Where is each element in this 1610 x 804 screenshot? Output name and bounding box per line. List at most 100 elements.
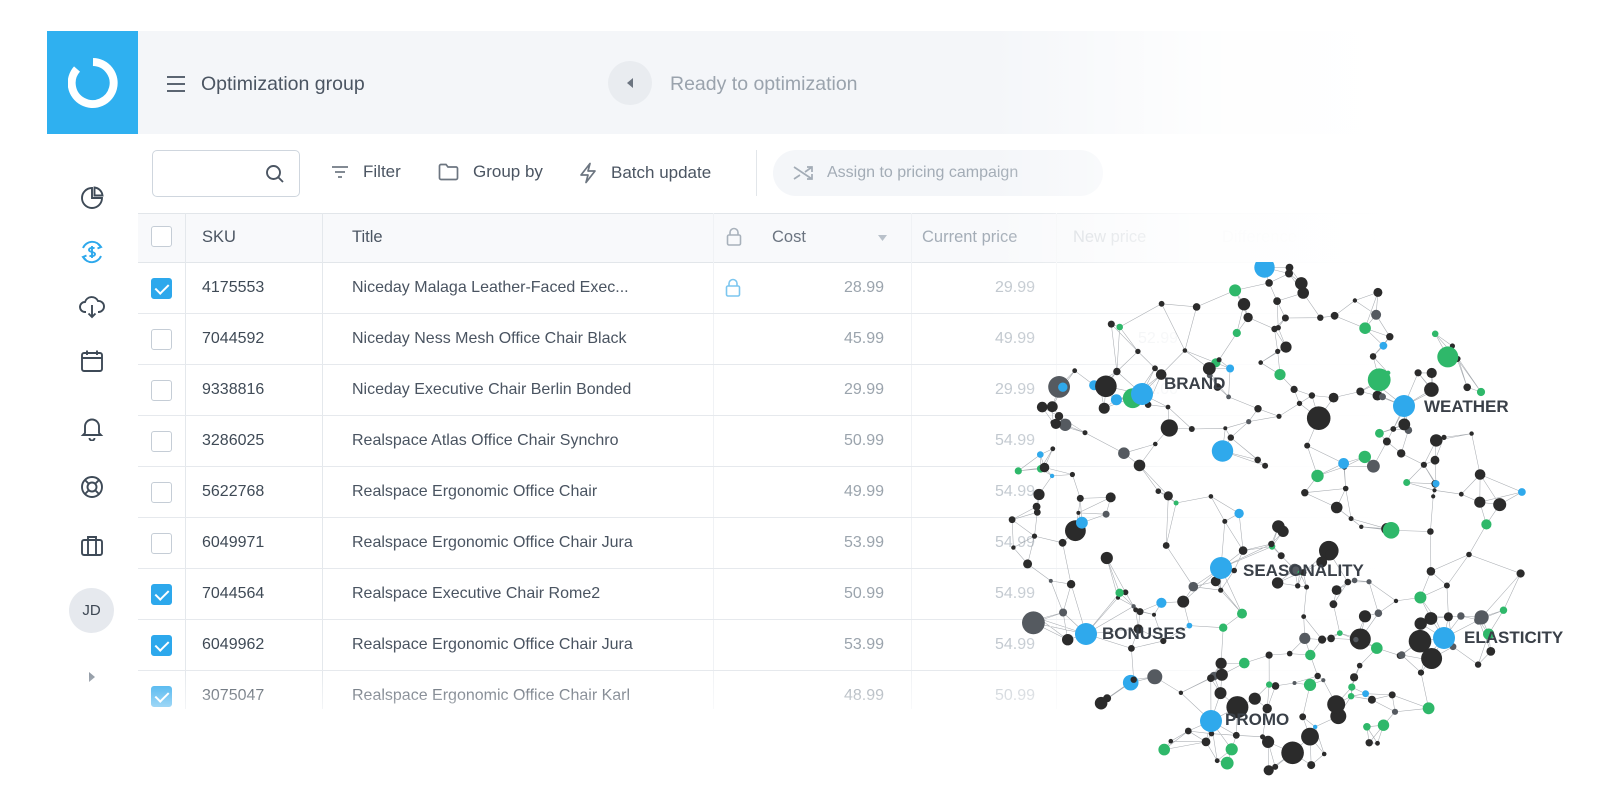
network-node: [1356, 662, 1363, 669]
rail-item-notifications[interactable]: [72, 408, 112, 448]
network-node: [1431, 330, 1439, 338]
search-icon[interactable]: [265, 164, 285, 184]
row-checkbox[interactable]: [151, 380, 172, 401]
network-node: [1225, 743, 1238, 756]
cell-cost: 50.99: [843, 432, 884, 449]
network-node: [1347, 693, 1355, 700]
rail-expand-button[interactable]: [82, 665, 102, 689]
network-node: [1474, 469, 1486, 480]
network-node: [1330, 501, 1343, 514]
col-new-price[interactable]: New price: [1073, 228, 1146, 247]
cell-cost: 48.99: [843, 687, 884, 704]
rail-item-calendar[interactable]: [72, 341, 112, 381]
row-checkbox[interactable]: [151, 686, 172, 707]
col-difference-2[interactable]: Difference: [1372, 228, 1447, 247]
rail-item-portfolio[interactable]: [72, 525, 112, 565]
network-node: [1393, 598, 1399, 604]
network-node: [1366, 579, 1372, 585]
sort-down-icon[interactable]: [878, 235, 887, 241]
col-title[interactable]: Title: [352, 228, 383, 247]
network-node: [1474, 496, 1486, 508]
label-promo: PROMO: [1225, 710, 1289, 729]
group-by-button[interactable]: Group by: [438, 162, 543, 182]
network-node: [1118, 447, 1130, 459]
network-node: [1254, 262, 1275, 278]
network-node: [1458, 491, 1464, 497]
network-node: [1321, 678, 1326, 683]
network-node: [1476, 387, 1486, 397]
network-node: [1431, 614, 1438, 620]
network-node: [1050, 446, 1056, 452]
cell-title: Realspace Ergonomic Office Chair Jura: [352, 534, 633, 551]
back-button[interactable]: [608, 61, 652, 105]
row-checkbox[interactable]: [151, 278, 172, 299]
network-node: [1022, 611, 1045, 635]
row-checkbox[interactable]: [151, 584, 172, 605]
search-input[interactable]: [165, 151, 265, 195]
menu-button[interactable]: [166, 74, 186, 94]
network-node: [1365, 739, 1373, 747]
network-node: [1311, 469, 1324, 483]
label-bonuses: BONUSES: [1102, 624, 1186, 643]
lock-icon[interactable]: [725, 278, 741, 298]
cell-title: Realspace Atlas Office Chair Synchro: [352, 432, 619, 449]
row-checkbox[interactable]: [151, 329, 172, 350]
batch-update-button[interactable]: Batch update: [579, 162, 711, 184]
left-rail: JD: [47, 31, 138, 709]
rail-item-import[interactable]: [72, 287, 112, 327]
network-node: [1338, 458, 1349, 469]
select-all-checkbox[interactable]: [151, 226, 172, 247]
row-checkbox[interactable]: [151, 635, 172, 656]
avatar[interactable]: JD: [69, 588, 114, 633]
network-node: [1214, 687, 1227, 700]
network-node: [1280, 341, 1292, 353]
network-node: [1263, 765, 1274, 776]
network-node: [1046, 401, 1058, 413]
network-hub-node: [1131, 383, 1153, 405]
lock-icon[interactable]: [726, 227, 742, 247]
network-node: [1317, 314, 1324, 321]
col-current-price[interactable]: Current price: [922, 228, 1017, 247]
filter-button[interactable]: Filter: [331, 162, 401, 182]
network-node: [1036, 401, 1048, 413]
network-node: [1133, 459, 1146, 472]
logo[interactable]: [47, 31, 138, 134]
cell-sku: 6049962: [202, 636, 265, 653]
network-node: [1377, 719, 1390, 731]
network-node: [1268, 540, 1275, 548]
rail-item-pricing[interactable]: [72, 232, 112, 272]
rail-item-analytics[interactable]: [72, 178, 112, 218]
group-by-label: Group by: [473, 162, 543, 181]
network-node: [1275, 348, 1281, 354]
network-node: [1443, 582, 1450, 589]
network-node: [1208, 494, 1214, 499]
network-node: [1273, 297, 1281, 305]
assign-campaign-button[interactable]: Assign to pricing campaign: [773, 150, 1103, 196]
col-cost[interactable]: Cost: [772, 228, 806, 247]
network-node: [1238, 546, 1248, 555]
row-checkbox[interactable]: [151, 431, 172, 452]
row-checkbox[interactable]: [151, 482, 172, 503]
network-node: [1296, 400, 1303, 407]
network-node: [1032, 502, 1041, 511]
network-node: [1516, 569, 1525, 578]
network-node: [1431, 494, 1436, 499]
cell-title: Niceday Executive Chair Berlin Bonded: [352, 381, 632, 398]
cell-sku: 6049971: [202, 534, 265, 551]
network-node: [1266, 681, 1273, 688]
network-node: [1307, 761, 1316, 770]
network-node: [1299, 713, 1307, 721]
col-sku[interactable]: SKU: [202, 228, 236, 247]
network-node: [1422, 657, 1427, 662]
network-node: [1301, 727, 1319, 746]
rail-item-support[interactable]: [72, 467, 112, 507]
network-node: [1218, 587, 1224, 593]
network-node: [1390, 426, 1397, 432]
network-node: [1306, 406, 1331, 430]
network-node: [1178, 690, 1184, 695]
table-header: SKU Title Cost Current price New price D…: [138, 213, 1610, 263]
label-brand: BRAND: [1164, 374, 1225, 393]
row-checkbox[interactable]: [151, 533, 172, 554]
col-difference[interactable]: Difference: [1222, 228, 1297, 247]
network-node: [1031, 533, 1038, 539]
